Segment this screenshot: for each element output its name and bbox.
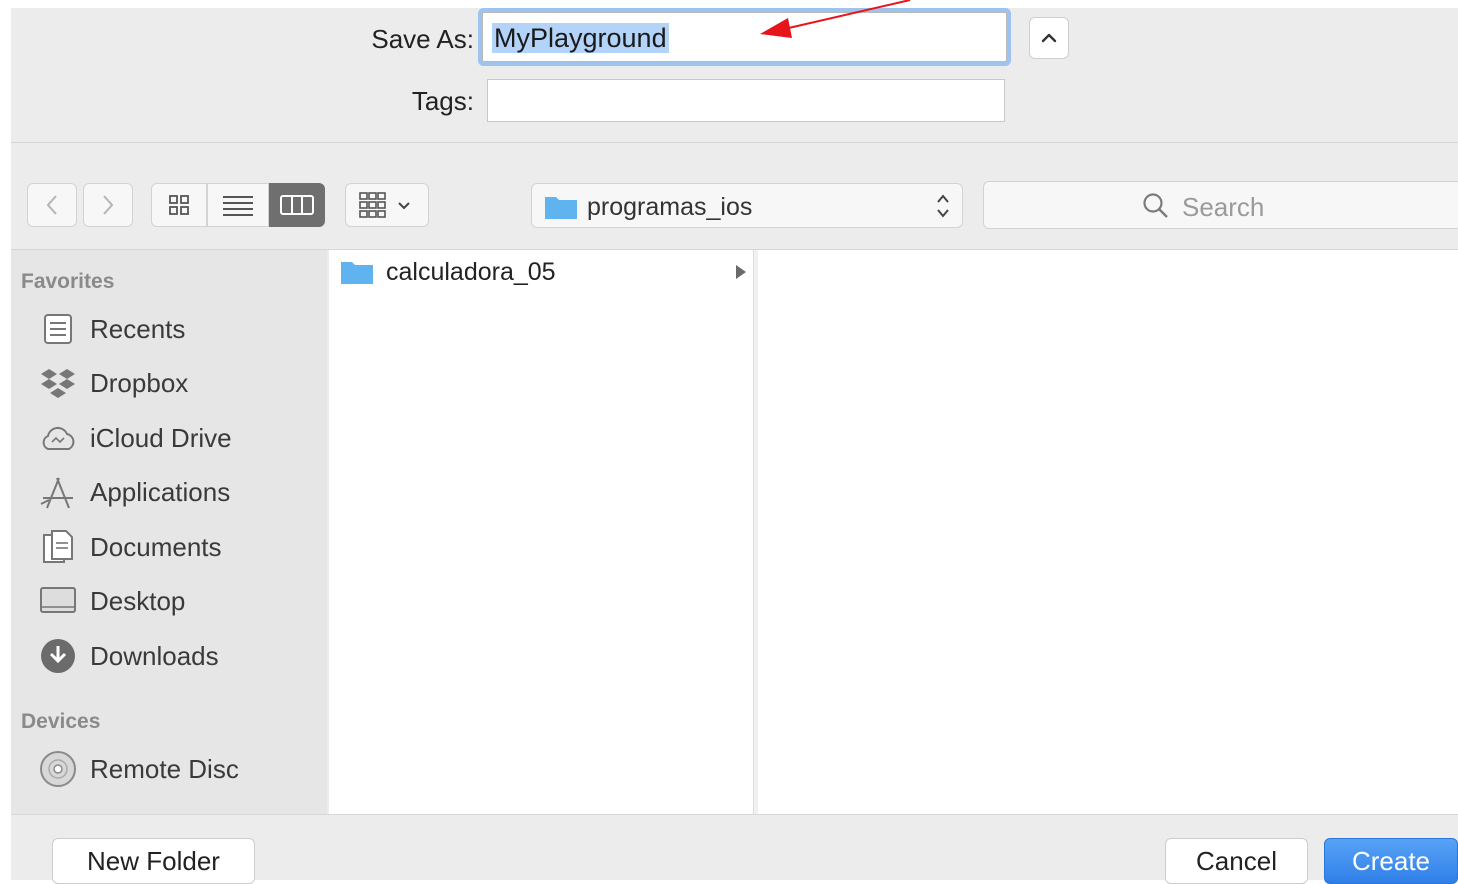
list-view-button[interactable] — [207, 183, 269, 227]
documents-icon — [38, 527, 78, 567]
downloads-icon — [38, 636, 78, 676]
location-popup[interactable]: programas_ios — [531, 183, 963, 228]
sidebar-item-documents[interactable]: Documents — [38, 525, 318, 569]
sidebar-item-downloads[interactable]: Downloads — [38, 634, 318, 678]
chevron-left-icon — [46, 195, 57, 215]
search-field[interactable]: Search — [983, 181, 1458, 229]
folder-icon — [545, 197, 577, 219]
sidebar-item-label: Remote Disc — [90, 753, 239, 784]
up-down-chevron-icon — [937, 194, 949, 218]
sidebar-item-dropbox[interactable]: Dropbox — [38, 361, 318, 405]
favorites-header: Favorites — [21, 270, 115, 293]
sidebar-item-icloud-drive[interactable]: iCloud Drive — [38, 416, 318, 460]
folder-icon — [340, 259, 374, 285]
save-as-label: Save As: — [371, 24, 474, 54]
sidebar-item-label: Desktop — [90, 585, 186, 616]
applications-icon — [38, 472, 78, 512]
sidebar-item-label: Downloads — [90, 640, 219, 671]
new-folder-button[interactable]: New Folder — [52, 838, 255, 884]
back-button[interactable] — [27, 183, 77, 227]
column-view-button[interactable] — [269, 183, 325, 227]
desktop-icon — [38, 581, 78, 621]
icon-view-button[interactable] — [151, 183, 207, 227]
cancel-button[interactable]: Cancel — [1165, 838, 1308, 884]
annotation-arrow-icon — [760, 0, 911, 38]
list-item-label: calculadora_05 — [386, 257, 556, 286]
forward-button[interactable] — [83, 183, 133, 227]
sidebar-item-label: Documents — [90, 531, 222, 562]
sidebar-item-label: iCloud Drive — [90, 422, 232, 453]
collapse-button[interactable] — [1029, 17, 1069, 59]
icloud-icon — [38, 418, 78, 458]
sidebar-item-remote-disc[interactable]: Remote Disc — [38, 747, 318, 791]
chevron-right-icon — [103, 195, 114, 215]
arrange-button[interactable] — [345, 183, 429, 227]
sidebar-item-desktop[interactable]: Desktop — [38, 579, 318, 623]
devices-header: Devices — [21, 710, 101, 733]
sidebar-item-recents[interactable]: Recents — [38, 307, 318, 351]
tags-label: Tags: — [411, 86, 474, 116]
sidebar-item-applications[interactable]: Applications — [38, 470, 318, 514]
tags-field[interactable] — [487, 79, 1005, 122]
disclosure-triangle-icon — [736, 265, 746, 279]
list-view-icon — [223, 196, 253, 216]
sidebar-item-label: Dropbox — [90, 367, 189, 398]
chevron-up-icon — [1041, 33, 1057, 43]
dropbox-icon — [38, 363, 78, 403]
browser-column-1[interactable] — [329, 250, 753, 814]
sidebar-item-label: Applications — [90, 476, 231, 507]
icon-view-icon — [169, 195, 189, 215]
search-placeholder: Search — [1182, 192, 1265, 222]
remote-disc-icon — [38, 749, 78, 789]
sidebar-item-label: Recents — [90, 313, 186, 344]
column-view-icon — [280, 195, 314, 215]
browser-column-2[interactable] — [758, 250, 1458, 814]
arrange-grid-icon — [359, 192, 410, 218]
top-divider — [11, 142, 1458, 143]
search-icon — [1143, 193, 1168, 218]
location-label: programas_ios — [587, 193, 753, 221]
list-item[interactable]: calculadora_05 — [340, 255, 752, 289]
create-button[interactable]: Create — [1324, 838, 1458, 884]
save-as-value[interactable]: MyPlayground — [492, 23, 669, 53]
recents-icon — [38, 309, 78, 349]
